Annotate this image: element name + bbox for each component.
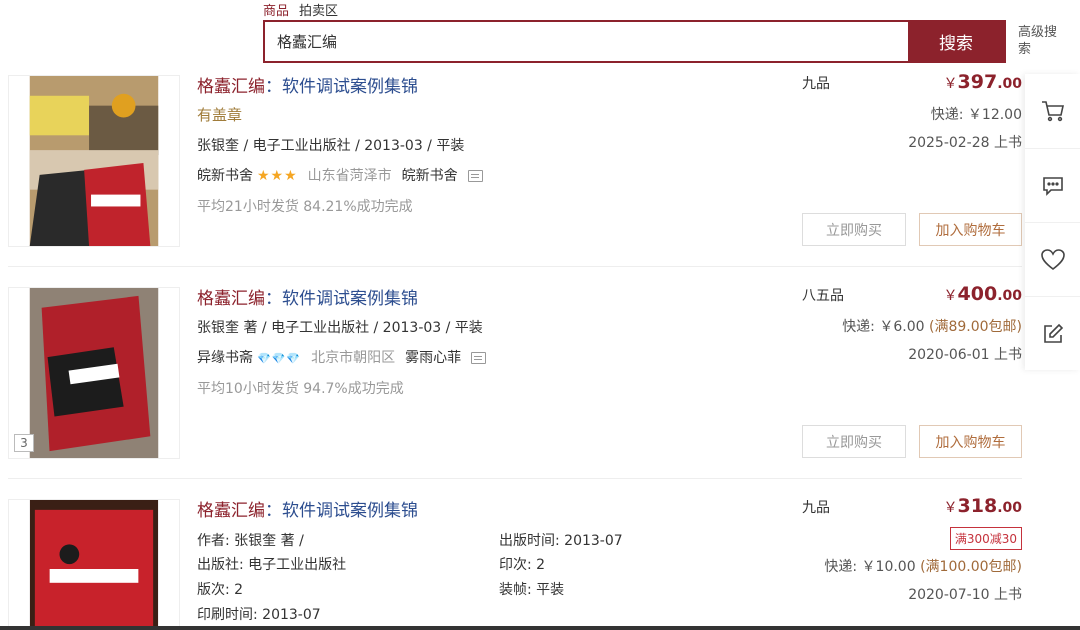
book-meta: 张银奎 / 电子工业出版社 / 2013-03 / 平装 [197,138,465,154]
item-title[interactable]: 格蠹汇编：软件调试案例集锦 [197,496,418,521]
divider [8,266,1022,267]
seller-name[interactable]: 雾雨心菲 [405,350,461,366]
author: 作者: 张银奎 著 / [197,533,304,549]
tab-auction[interactable]: 拍卖区 [299,4,338,19]
list-item: 格蠹汇编：软件调试案例集锦 有盖章 张银奎 / 电子工业出版社 / 2013-0… [8,71,1022,267]
book-thumbnail[interactable] [8,75,180,247]
shop-name[interactable]: 皖新书舍 [197,168,253,184]
message-icon[interactable] [1025,148,1080,222]
image-count-badge: 3 [14,434,34,452]
seller-name[interactable]: 皖新书舍 [402,168,458,184]
book-photo [29,76,159,246]
rating-stars: ★★★ [257,168,298,184]
advanced-search-link[interactable]: 高级搜索 [1018,24,1058,58]
publisher: 出版社: 电子工业出版社 [197,557,347,573]
book-meta: 张银奎 著 / 电子工业出版社 / 2013-03 / 平装 [197,320,483,336]
condition: 八五品 [802,288,844,304]
shop-line: 异缘书斋 💎💎💎 北京市朝阳区 雾雨心菲 [197,347,496,367]
shop-stats: 平均10小时发货 94.7%成功完成 [197,381,404,397]
header: 商品拍卖区 搜索 高级搜索 [0,0,1080,74]
list-item: 3 格蠹汇编：软件调试案例集锦 张银奎 著 / 电子工业出版社 / 2013-0… [8,283,1022,479]
edition: 版次: 2 [197,582,244,598]
heart-icon[interactable] [1025,222,1080,296]
item-title[interactable]: 格蠹汇编：软件调试案例集锦 [197,72,418,97]
shop-location: 北京市朝阳区 [311,350,396,366]
shipping-fee: 快递: ￥10.00 (满100.00包邮) [824,559,1022,575]
book-photo [29,288,159,458]
shipping-fee: 快递: ￥6.00 (满89.00包邮) [842,319,1022,335]
shop-line: 皖新书舍 ★★★ 山东省菏泽市 皖新书舍 [197,165,493,185]
condition: 九品 [802,500,830,516]
search-box: 搜索 [263,20,1006,63]
chat-icon[interactable] [467,170,483,182]
binding: 装帧: 平装 [499,582,565,598]
search-tabs: 商品 拍卖区 [263,0,348,19]
edit-icon[interactable] [1025,296,1080,370]
listed-date: 2020-06-01 上书 [908,347,1022,363]
buy-now-button[interactable]: 立即购买 [802,213,906,246]
condition: 九品 [802,76,830,92]
right-sidebar [1025,74,1080,370]
printing: 印次: 2 [499,557,546,573]
bottom-bar [0,626,1080,630]
listed-date: 2025-02-28 上书 [908,135,1022,151]
price: ￥400.00 [943,283,1022,305]
promo-badge: 满300减30 [949,527,1022,550]
shop-location: 山东省菏泽市 [307,168,392,184]
shop-stats: 平均21小时发货 84.21%成功完成 [197,199,413,215]
add-to-cart-button[interactable]: 加入购物车 [919,425,1022,458]
cart-icon[interactable] [1025,74,1080,148]
pub-time: 出版时间: 2013-07 [499,533,623,549]
add-to-cart-button[interactable]: 加入购物车 [919,213,1022,246]
free-shipping-note: (满100.00包邮) [920,559,1022,575]
search-input[interactable] [265,22,908,61]
buy-now-button[interactable]: 立即购买 [802,425,906,458]
rating-diamonds: 💎💎💎 [257,352,302,365]
stamp-note: 有盖章 [197,106,243,124]
list-item: 格蠹汇编：软件调试案例集锦 作者: 张银奎 著 / 出版社: 电子工业出版社 版… [8,495,1022,630]
price: ￥397.00 [943,71,1022,93]
chat-icon[interactable] [471,352,487,364]
divider [8,478,1022,479]
free-shipping-note: (满89.00包邮) [928,319,1022,335]
search-button[interactable]: 搜索 [908,22,1004,61]
print-time: 印刷时间: 2013-07 [197,607,321,623]
book-photo [29,500,159,630]
price: ￥318.00 [943,495,1022,517]
listed-date: 2020-07-10 上书 [908,587,1022,603]
shipping-fee: 快递: ￥12.00 [930,107,1022,123]
book-thumbnail[interactable] [8,499,180,630]
item-title[interactable]: 格蠹汇编：软件调试案例集锦 [197,284,418,309]
tab-products[interactable]: 商品 [263,4,289,19]
book-thumbnail[interactable]: 3 [8,287,180,459]
shop-name[interactable]: 异缘书斋 [197,350,253,366]
